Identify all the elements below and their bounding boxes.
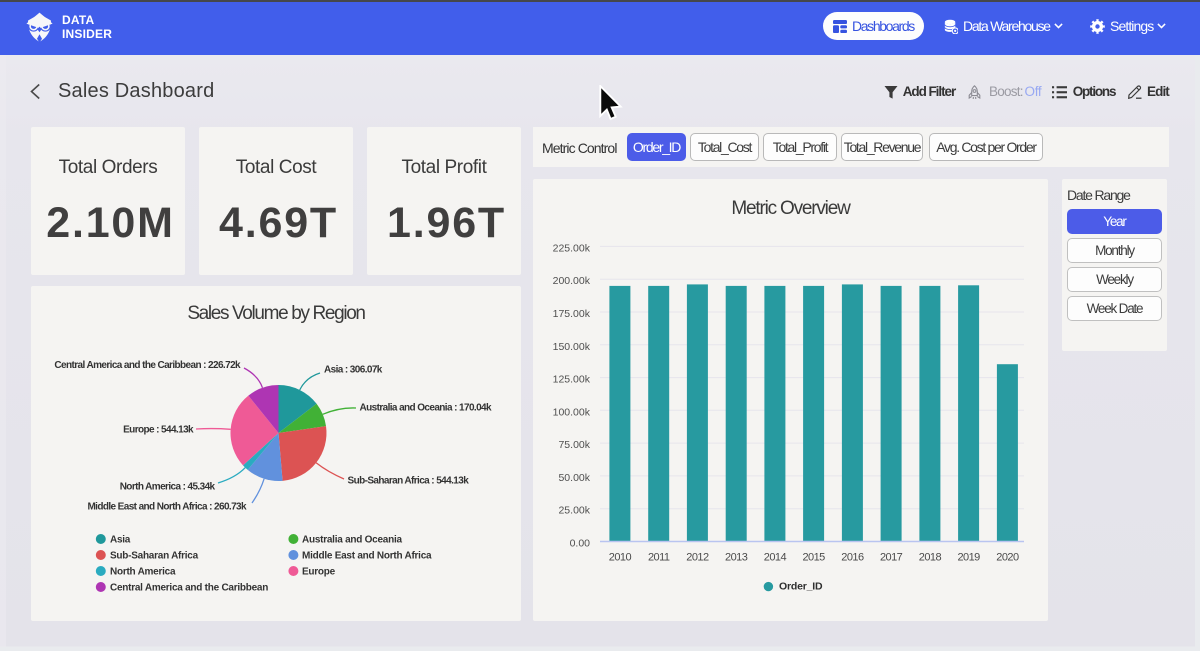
svg-text:Middle East and North Africa: Middle East and North Africa bbox=[302, 551, 432, 562]
svg-text:100.00k: 100.00k bbox=[553, 406, 591, 418]
svg-text:125.00k: 125.00k bbox=[553, 374, 591, 386]
svg-text:Sub-Saharan Africa: Sub-Saharan Africa bbox=[110, 551, 199, 562]
svg-text:150.00k: 150.00k bbox=[553, 341, 591, 353]
svg-text:Australia and Oceania : 170.04: Australia and Oceania : 170.04k bbox=[360, 403, 493, 414]
svg-text:200.00k: 200.00k bbox=[553, 275, 591, 287]
svg-text:North America: North America bbox=[110, 567, 176, 578]
svg-text:2017: 2017 bbox=[880, 552, 903, 564]
svg-text:50.00k: 50.00k bbox=[558, 472, 590, 484]
svg-text:Sub-Saharan Africa : 544.13k: Sub-Saharan Africa : 544.13k bbox=[348, 476, 470, 487]
svg-text:Asia: Asia bbox=[110, 535, 131, 546]
svg-text:North America : 45.34k: North America : 45.34k bbox=[120, 482, 216, 493]
svg-text:Order_ID: Order_ID bbox=[779, 581, 823, 593]
svg-text:225.00k: 225.00k bbox=[553, 242, 591, 254]
svg-text:2013: 2013 bbox=[725, 552, 748, 564]
svg-text:2014: 2014 bbox=[764, 552, 787, 564]
svg-text:2010: 2010 bbox=[609, 552, 632, 564]
svg-text:Australia and Oceania: Australia and Oceania bbox=[302, 535, 402, 546]
svg-text:Asia : 306.07k: Asia : 306.07k bbox=[324, 365, 383, 376]
svg-text:2015: 2015 bbox=[802, 552, 825, 564]
svg-text:2011: 2011 bbox=[648, 552, 670, 564]
svg-text:2016: 2016 bbox=[841, 552, 864, 564]
svg-text:2012: 2012 bbox=[686, 552, 709, 564]
svg-text:Central America and the Caribb: Central America and the Caribbean : 226.… bbox=[54, 360, 241, 371]
svg-text:75.00k: 75.00k bbox=[558, 439, 590, 451]
svg-text:Europe : 544.13k: Europe : 544.13k bbox=[123, 425, 194, 436]
svg-text:Central America and the Caribb: Central America and the Caribbean bbox=[110, 583, 268, 594]
svg-text:Middle East and North Africa :: Middle East and North Africa : 260.73k bbox=[87, 502, 247, 513]
svg-text:0.00: 0.00 bbox=[570, 538, 591, 550]
svg-text:2020: 2020 bbox=[996, 552, 1019, 564]
svg-text:25.00k: 25.00k bbox=[558, 505, 590, 517]
svg-text:2019: 2019 bbox=[957, 552, 980, 564]
svg-text:2018: 2018 bbox=[919, 552, 942, 564]
svg-text:175.00k: 175.00k bbox=[553, 308, 591, 320]
svg-text:Europe: Europe bbox=[302, 567, 336, 578]
